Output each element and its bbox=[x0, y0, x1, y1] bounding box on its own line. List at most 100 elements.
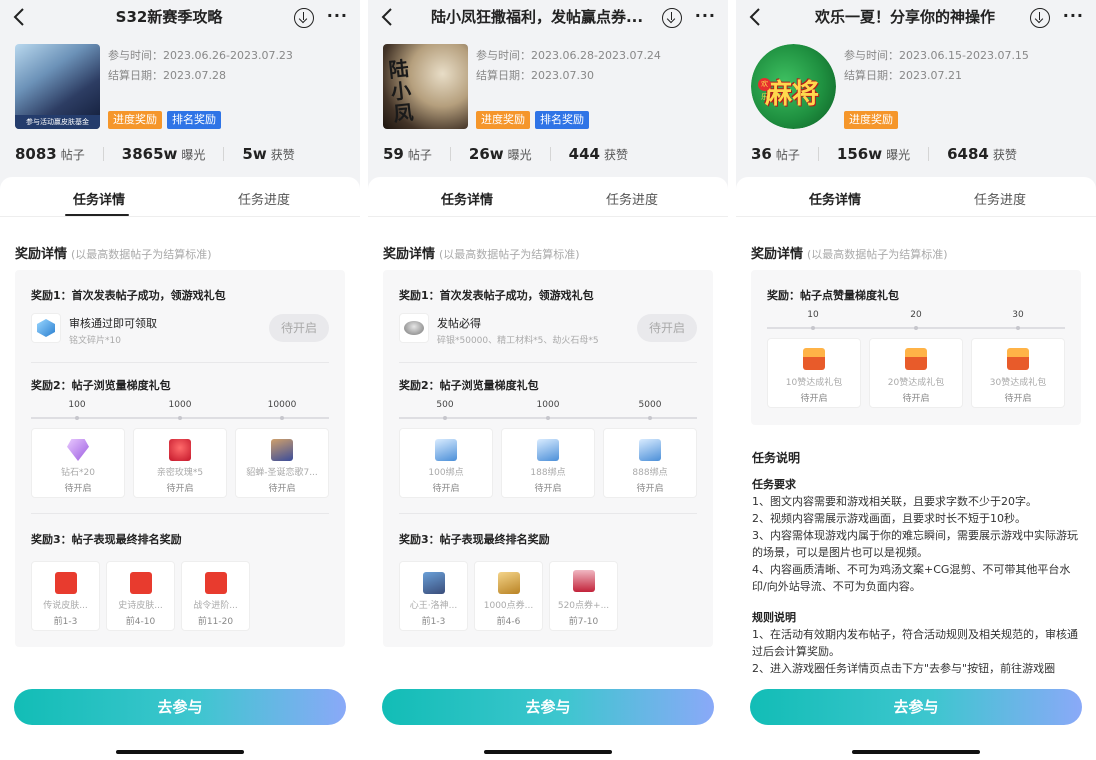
tab-underline bbox=[65, 214, 129, 216]
badge-group: 进度奖励 排名奖励 bbox=[476, 111, 589, 129]
tab-task-detail[interactable]: 任务详情 bbox=[441, 189, 493, 208]
reward-1-sub: 铭文碎片*10 bbox=[69, 336, 121, 346]
divider bbox=[31, 513, 329, 514]
reward-1-name: 审核通过即可领取 bbox=[69, 317, 157, 330]
tier-card[interactable]: 貂蝉-圣诞恋歌7... 待开启 bbox=[235, 428, 329, 498]
rank-card[interactable]: 传说皮肤... 前1-3 bbox=[31, 561, 100, 631]
event-cover: 麻将 欢乐 bbox=[751, 44, 836, 129]
progress-reward-badge: 进度奖励 bbox=[476, 111, 530, 129]
tier-card[interactable]: 188绑点 待开启 bbox=[501, 428, 595, 498]
sword-icon bbox=[572, 570, 595, 592]
stat-likes: 6484 获赞 bbox=[947, 145, 1017, 163]
tab-task-progress[interactable]: 任务进度 bbox=[238, 189, 290, 208]
rank-card[interactable]: 1000点券... 前4-6 bbox=[474, 561, 543, 631]
download-icon[interactable] bbox=[294, 8, 314, 28]
claim-button[interactable]: 待开启 bbox=[637, 314, 697, 342]
section-note: (以最高数据帖子为结算标准) bbox=[439, 248, 580, 261]
detail-sheet: 任务详情 任务进度 奖励详情 (以最高数据帖子为结算标准) 奖励：帖子点赞量梯度礼… bbox=[736, 177, 1096, 760]
join-button[interactable]: 去参与 bbox=[382, 689, 714, 725]
rules-title: 规则说明 bbox=[752, 611, 796, 624]
tier-label: 100 bbox=[68, 400, 86, 410]
page-title: 陆小凤狂撒福利，发帖赢点券... bbox=[430, 8, 644, 26]
tier-label: 5000 bbox=[638, 400, 662, 410]
triptych: S32新赛季攻略 ··· 参与活动赢皮肤基金 参与时间：2023.06.26-2… bbox=[0, 0, 1096, 760]
rank-card-name: 战令进阶... bbox=[193, 601, 238, 611]
tier-card-name: 10赞达成礼包 bbox=[785, 378, 843, 388]
tab-task-detail[interactable]: 任务详情 bbox=[73, 189, 125, 208]
tier-card-name: 亲密玫瑰*5 bbox=[156, 468, 204, 478]
rank-card-name: 史诗皮肤... bbox=[118, 601, 163, 611]
download-icon[interactable] bbox=[662, 8, 682, 28]
stat-posts: 59 帖子 bbox=[383, 145, 432, 163]
claim-button[interactable]: 待开启 bbox=[269, 314, 329, 342]
nav-bar: 欢乐一夏！分享你的神操作 ··· bbox=[736, 0, 1096, 34]
tier-card-status: 待开启 bbox=[1004, 394, 1032, 404]
rank-reward-badge: 排名奖励 bbox=[167, 111, 221, 129]
rank-card[interactable]: 战令进阶... 前11-20 bbox=[181, 561, 250, 631]
back-icon[interactable] bbox=[746, 6, 766, 28]
tier-card-status: 待开启 bbox=[534, 484, 562, 494]
tab-task-detail[interactable]: 任务详情 bbox=[809, 189, 861, 208]
reward-1-sub: 碎银*50000、精工材料*5、劫火石母*5 bbox=[437, 336, 599, 346]
stat-exposure: 3865w 曝光 bbox=[121, 145, 206, 163]
back-icon[interactable] bbox=[378, 6, 398, 28]
detail-sheet: 任务详情 任务进度 奖励详情 (以最高数据帖子为结算标准) 奖励1：首次发表帖子成… bbox=[368, 177, 728, 760]
rank-card[interactable]: 史诗皮肤... 前4-10 bbox=[106, 561, 175, 631]
event-meta: 参与时间：2023.06.26-2023.07.23 结算日期：2023.07.… bbox=[108, 46, 293, 86]
join-button[interactable]: 去参与 bbox=[14, 689, 346, 725]
tier-card-status: 待开启 bbox=[166, 484, 194, 494]
back-icon[interactable] bbox=[10, 6, 30, 28]
crystal-icon bbox=[31, 313, 61, 343]
gift-icon bbox=[803, 348, 825, 370]
rank-card[interactable]: 心王·洛神... 前1-3 bbox=[399, 561, 468, 631]
participate-time: 参与时间：2023.06.26-2023.07.23 bbox=[108, 49, 293, 62]
tier-card[interactable]: 100绑点 待开启 bbox=[399, 428, 493, 498]
tier-dot bbox=[178, 416, 182, 420]
tier-dot bbox=[914, 326, 918, 330]
rank-card-name: 心王·洛神... bbox=[409, 601, 458, 611]
reward-box: 奖励：帖子点赞量梯度礼包 10 20 30 10赞达成礼包 待开启 20赞达成礼… bbox=[751, 270, 1081, 425]
ticket-icon bbox=[537, 439, 559, 461]
more-icon[interactable]: ··· bbox=[327, 6, 348, 25]
screen-1: S32新赛季攻略 ··· 参与活动赢皮肤基金 参与时间：2023.06.26-2… bbox=[0, 0, 360, 760]
requirements-title: 任务要求 bbox=[752, 478, 796, 491]
tier-dot bbox=[546, 416, 550, 420]
rank-card-range: 前7-10 bbox=[568, 617, 599, 627]
reward-title: 奖励：帖子点赞量梯度礼包 bbox=[767, 289, 899, 302]
tier-dot bbox=[75, 416, 79, 420]
rank-card[interactable]: 520点券+... 前7-10 bbox=[549, 561, 618, 631]
more-icon[interactable]: ··· bbox=[695, 6, 716, 25]
stat-exposure: 156w 曝光 bbox=[836, 145, 911, 163]
tier-card-status: 待开启 bbox=[268, 484, 296, 494]
hero-icon bbox=[422, 572, 445, 594]
tier-card[interactable]: 20赞达成礼包 待开启 bbox=[869, 338, 963, 408]
stat-divider bbox=[223, 147, 225, 161]
tier-label: 1000 bbox=[168, 400, 192, 410]
reward-1-row: 审核通过即可领取 铭文碎片*10 待开启 bbox=[31, 313, 329, 347]
tab-task-progress[interactable]: 任务进度 bbox=[974, 189, 1026, 208]
tier-card[interactable]: 888绑点 待开启 bbox=[603, 428, 697, 498]
task-info-title: 任务说明 bbox=[752, 451, 801, 465]
tier-card[interactable]: 钻石*20 待开启 bbox=[31, 428, 125, 498]
tier-dot bbox=[648, 416, 652, 420]
tier-card[interactable]: 30赞达成礼包 待开启 bbox=[971, 338, 1065, 408]
tier-label: 10 bbox=[807, 310, 819, 320]
reward-box: 奖励1：首次发表帖子成功，领游戏礼包 审核通过即可领取 铭文碎片*10 待开启 … bbox=[15, 270, 345, 647]
stat-divider bbox=[817, 147, 819, 161]
tier-card[interactable]: 10赞达成礼包 待开启 bbox=[767, 338, 861, 408]
download-icon[interactable] bbox=[1030, 8, 1050, 28]
event-cover: 陆小凤 bbox=[383, 44, 468, 129]
event-meta: 参与时间：2023.06.15-2023.07.15 结算日期：2023.07.… bbox=[844, 46, 1029, 86]
tier-card-status: 待开启 bbox=[432, 484, 460, 494]
tier-card-status: 待开启 bbox=[800, 394, 828, 404]
gift-icon bbox=[1007, 348, 1029, 370]
reward-3-title: 奖励3：帖子表现最终排名奖励 bbox=[31, 533, 182, 546]
more-icon[interactable]: ··· bbox=[1063, 6, 1084, 25]
cover-caption: 参与活动赢皮肤基金 bbox=[15, 115, 100, 129]
reward-1-row: 发帖必得 碎银*50000、精工材料*5、劫火石母*5 待开启 bbox=[399, 313, 697, 347]
divider bbox=[399, 513, 697, 514]
stat-likes: 444 获赞 bbox=[568, 145, 628, 163]
join-button[interactable]: 去参与 bbox=[750, 689, 1082, 725]
tier-card[interactable]: 亲密玫瑰*5 待开启 bbox=[133, 428, 227, 498]
tab-task-progress[interactable]: 任务进度 bbox=[606, 189, 658, 208]
